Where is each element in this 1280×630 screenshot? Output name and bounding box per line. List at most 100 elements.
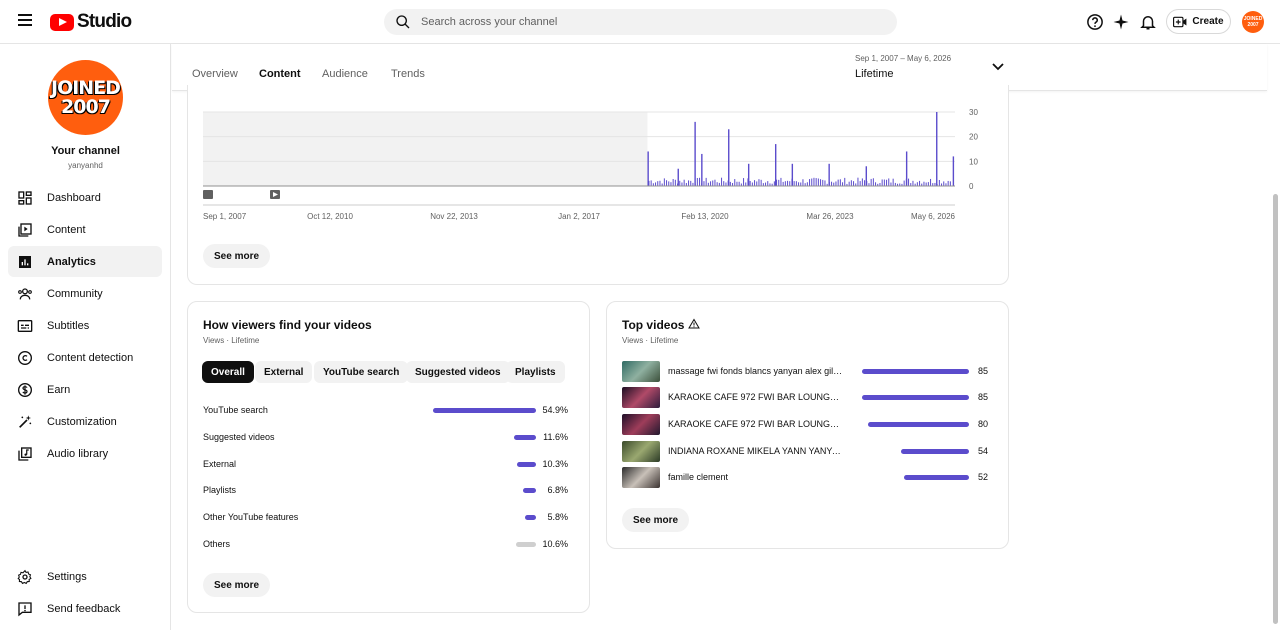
- video-thumbnail[interactable]: [622, 467, 660, 488]
- video-thumbnail[interactable]: [622, 414, 660, 435]
- chip-youtube-search[interactable]: YouTube search: [314, 361, 409, 383]
- chip-playlists[interactable]: Playlists: [506, 361, 565, 383]
- video-thumbnail[interactable]: [622, 441, 660, 462]
- chart-bar: [861, 178, 863, 186]
- chart-bar: [734, 179, 736, 186]
- analytics-tabs-bar: Overview Content Audience Trends Sep 1, …: [172, 44, 1267, 91]
- chart-bar: [835, 181, 837, 186]
- sparkle-icon[interactable]: [1112, 13, 1130, 31]
- chart-bar: [670, 182, 672, 186]
- chart-bar: [773, 181, 775, 186]
- chart-bar: [872, 178, 874, 186]
- chart-bar: [809, 179, 811, 186]
- scrollbar-thumb[interactable]: [1273, 194, 1278, 624]
- chart-bar: [892, 178, 894, 186]
- chart-bar: [765, 182, 767, 186]
- chart-bar: [782, 181, 784, 186]
- audio-library-icon: [18, 446, 32, 461]
- search-bar[interactable]: [384, 9, 897, 35]
- chart-x-tick-label: Feb 13, 2020: [681, 212, 729, 221]
- studio-logo[interactable]: Studio: [50, 11, 132, 33]
- video-views-value: 54: [977, 446, 988, 456]
- sidebar-item-subtitles[interactable]: Subtitles: [8, 310, 162, 341]
- chart-bar: [811, 178, 813, 186]
- sidebar-item-send-feedback[interactable]: Send feedback: [8, 593, 162, 624]
- chart-bar: [949, 181, 951, 186]
- search-icon: [396, 15, 410, 29]
- traffic-source-value: 5.8%: [547, 512, 568, 522]
- video-title[interactable]: massage fwi fonds blancs yanyan alex gil…: [668, 366, 843, 376]
- sidebar-item-settings[interactable]: Settings: [8, 561, 162, 592]
- chart-bar: [657, 181, 659, 186]
- chart-bar: [888, 178, 890, 186]
- chart-bar: [912, 180, 914, 186]
- chart-bar: [883, 179, 885, 186]
- chart-bar: [908, 178, 910, 186]
- chart-bar: [694, 121, 696, 186]
- sidebar-item-content-detection[interactable]: Content detection: [8, 342, 162, 373]
- sidebar-item-dashboard[interactable]: Dashboard: [8, 182, 162, 213]
- account-avatar[interactable]: JOINED 2007: [1242, 11, 1264, 33]
- sidebar-item-audio-library[interactable]: Audio library: [8, 438, 162, 469]
- chart-bar: [930, 178, 932, 186]
- sidebar-item-content[interactable]: Content: [8, 214, 162, 245]
- sidebar-item-label: Content: [47, 223, 86, 236]
- sidebar-item-label: Subtitles: [47, 319, 90, 332]
- chart-y-tick-label: 20: [969, 133, 978, 142]
- chart-bar: [683, 179, 685, 186]
- video-title[interactable]: KARAOKE CAFE 972 FWI BAR LOUNGE DA...: [668, 392, 843, 402]
- traffic-see-more-button[interactable]: See more: [203, 573, 271, 597]
- chart-bar: [668, 181, 670, 186]
- date-range-picker[interactable]: Sep 1, 2007 – May 6, 2026 Lifetime: [855, 54, 951, 80]
- create-button[interactable]: Create: [1166, 9, 1231, 34]
- channel-name[interactable]: Your channel: [0, 145, 171, 157]
- chart-bar: [674, 179, 676, 186]
- notifications-icon[interactable]: [1139, 13, 1157, 31]
- views-chart: 30 20 10 0 Sep 1, 2007 Oct 12, 2010 Nov 22, 20…: [203, 108, 978, 221]
- chart-bar: [747, 163, 750, 186]
- magic-wand-icon: [19, 414, 32, 428]
- chart-bar: [828, 163, 830, 186]
- top-bar: Studio Create JOINED 2007: [0, 0, 1280, 44]
- warning-icon[interactable]: [688, 318, 700, 330]
- sidebar-item-label: Earn: [47, 383, 71, 396]
- help-icon[interactable]: [1086, 13, 1104, 31]
- traffic-source-bar: [525, 515, 536, 520]
- sidebar-item-label: Content detection: [47, 351, 134, 364]
- video-title[interactable]: KARAOKE CAFE 972 FWI BAR LOUNGE DA...: [668, 419, 843, 429]
- video-thumbnail[interactable]: [622, 387, 660, 408]
- sidebar-item-analytics[interactable]: Analytics: [8, 246, 162, 277]
- chart-bar: [875, 182, 877, 186]
- chart-bar: [903, 180, 905, 186]
- chart-bar: [938, 180, 940, 186]
- chip-suggested-videos[interactable]: Suggested videos: [406, 361, 510, 383]
- chart-bar: [842, 182, 844, 186]
- chart-bar: [728, 129, 730, 186]
- chevron-down-icon[interactable]: [992, 62, 1004, 72]
- chart-bar: [787, 180, 789, 186]
- video-title[interactable]: INDIANA ROXANE MIKELA YANN YANYAN ...: [668, 446, 843, 456]
- menu-icon[interactable]: [18, 14, 32, 28]
- chart-x-tick-label: Mar 26, 2023: [806, 212, 854, 221]
- channel-avatar[interactable]: JOINED 2007: [48, 60, 123, 135]
- sidebar-item-community[interactable]: Community: [8, 278, 162, 309]
- chart-bar: [725, 182, 727, 186]
- video-title[interactable]: famille clement: [668, 472, 843, 482]
- chart-see-more-button[interactable]: See more: [203, 244, 271, 268]
- top-videos-see-more-button[interactable]: See more: [622, 508, 690, 532]
- sidebar-item-customization[interactable]: Customization: [8, 406, 162, 437]
- chip-overall[interactable]: Overall: [202, 361, 254, 383]
- chart-bar: [729, 181, 731, 186]
- chart-bar: [905, 151, 908, 186]
- chart-bar: [947, 180, 949, 186]
- video-thumbnail[interactable]: [622, 361, 660, 382]
- traffic-source-bar: [433, 408, 536, 413]
- chip-external[interactable]: External: [255, 361, 313, 383]
- create-label: Create: [1192, 16, 1224, 27]
- search-input[interactable]: [421, 16, 861, 28]
- chart-bar: [666, 180, 668, 186]
- traffic-source-bar: [514, 435, 536, 440]
- sidebar-item-earn[interactable]: Earn: [8, 374, 162, 405]
- sidebar-item-label: Community: [47, 287, 103, 300]
- page-scrollbar[interactable]: [1270, 44, 1280, 630]
